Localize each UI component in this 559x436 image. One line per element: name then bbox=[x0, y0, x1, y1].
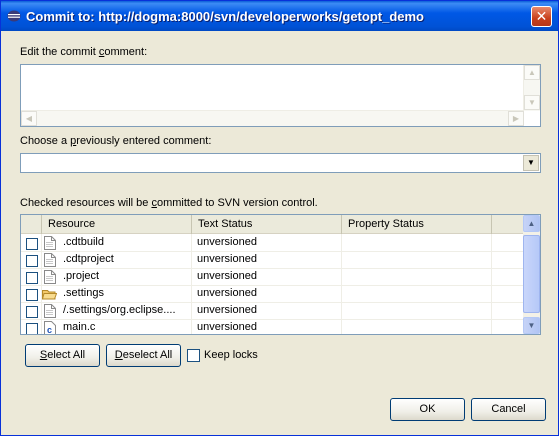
svg-text:c: c bbox=[47, 325, 52, 335]
resources-table: Resource Text Status Property Status .cd… bbox=[20, 214, 541, 335]
previous-comment-label: Choose a previously entered comment: bbox=[20, 135, 212, 147]
row-checkbox[interactable] bbox=[26, 306, 38, 318]
table-row[interactable]: .settings unversioned bbox=[21, 286, 524, 303]
cancel-button[interactable]: Cancel bbox=[471, 398, 546, 421]
file-icon bbox=[44, 236, 56, 250]
table-row[interactable]: c main.c unversioned bbox=[21, 320, 524, 335]
text-status: unversioned bbox=[197, 287, 257, 299]
scroll-down-icon[interactable]: ▼ bbox=[523, 317, 540, 334]
table-row[interactable]: /.settings/org.eclipse.... unversioned bbox=[21, 303, 524, 320]
resource-name: main.c bbox=[63, 321, 96, 333]
table-row[interactable]: .project unversioned bbox=[21, 269, 524, 286]
text-status: unversioned bbox=[197, 236, 257, 248]
commit-comment-textarea[interactable]: ▲ ▼ ◀ ▶ bbox=[20, 64, 541, 127]
column-header-property-status[interactable]: Property Status bbox=[342, 215, 492, 234]
keep-locks-label[interactable]: Keep locks bbox=[204, 349, 258, 361]
c-file-icon: c bbox=[44, 321, 56, 335]
comment-vertical-scrollbar[interactable]: ▲ ▼ bbox=[523, 65, 540, 111]
row-checkbox[interactable] bbox=[26, 272, 38, 284]
table-header: Resource Text Status Property Status bbox=[21, 215, 524, 234]
resource-name: .cdtproject bbox=[63, 253, 114, 265]
commit-dialog: Commit to: http://dogma:8000/svn/develop… bbox=[0, 0, 559, 436]
resources-label: Checked resources will be committed to S… bbox=[20, 197, 318, 209]
row-checkbox[interactable] bbox=[26, 238, 38, 250]
window-title: Commit to: http://dogma:8000/svn/develop… bbox=[26, 9, 424, 24]
select-all-button[interactable]: Select All bbox=[25, 344, 100, 367]
scroll-right-icon[interactable]: ▶ bbox=[508, 111, 524, 126]
ok-button[interactable]: OK bbox=[390, 398, 465, 421]
eclipse-icon bbox=[7, 10, 21, 22]
scroll-down-icon[interactable]: ▼ bbox=[524, 95, 540, 110]
commit-comment-label: Edit the commit comment: bbox=[20, 46, 148, 58]
scroll-up-icon[interactable]: ▲ bbox=[524, 65, 540, 80]
text-status: unversioned bbox=[197, 321, 257, 333]
scroll-left-icon[interactable]: ◀ bbox=[21, 111, 37, 126]
file-icon bbox=[44, 304, 56, 318]
resource-name: .cdtbuild bbox=[63, 236, 104, 248]
close-icon: ✕ bbox=[535, 8, 548, 24]
resource-name: .settings bbox=[63, 287, 104, 299]
row-checkbox[interactable] bbox=[26, 289, 38, 301]
resource-name: /.settings/org.eclipse.... bbox=[63, 304, 176, 316]
column-header-resource[interactable]: Resource bbox=[42, 215, 192, 234]
column-header-text-status[interactable]: Text Status bbox=[192, 215, 342, 234]
folder-icon bbox=[42, 290, 57, 300]
row-checkbox[interactable] bbox=[26, 323, 38, 334]
file-icon bbox=[44, 270, 56, 284]
deselect-all-button[interactable]: Deselect All bbox=[106, 344, 181, 367]
close-button[interactable]: ✕ bbox=[531, 6, 552, 27]
text-status: unversioned bbox=[197, 253, 257, 265]
file-icon bbox=[44, 253, 56, 267]
column-header-check[interactable] bbox=[21, 215, 42, 234]
table-row[interactable]: .cdtproject unversioned bbox=[21, 252, 524, 269]
chevron-down-icon[interactable]: ▼ bbox=[523, 155, 539, 171]
comment-horizontal-scrollbar[interactable]: ◀ ▶ bbox=[21, 110, 524, 126]
previous-comment-combo[interactable]: ▼ bbox=[20, 153, 541, 173]
table-row[interactable]: .cdtbuild unversioned bbox=[21, 235, 524, 252]
resource-name: .project bbox=[63, 270, 100, 282]
table-vertical-scrollbar[interactable]: ▲ ▼ bbox=[523, 215, 540, 334]
keep-locks-checkbox[interactable] bbox=[187, 349, 200, 362]
scrollbar-thumb[interactable] bbox=[523, 235, 540, 313]
text-status: unversioned bbox=[197, 304, 257, 316]
text-status: unversioned bbox=[197, 270, 257, 282]
row-checkbox[interactable] bbox=[26, 255, 38, 267]
title-bar[interactable]: Commit to: http://dogma:8000/svn/develop… bbox=[1, 1, 558, 31]
scroll-up-icon[interactable]: ▲ bbox=[523, 215, 540, 232]
